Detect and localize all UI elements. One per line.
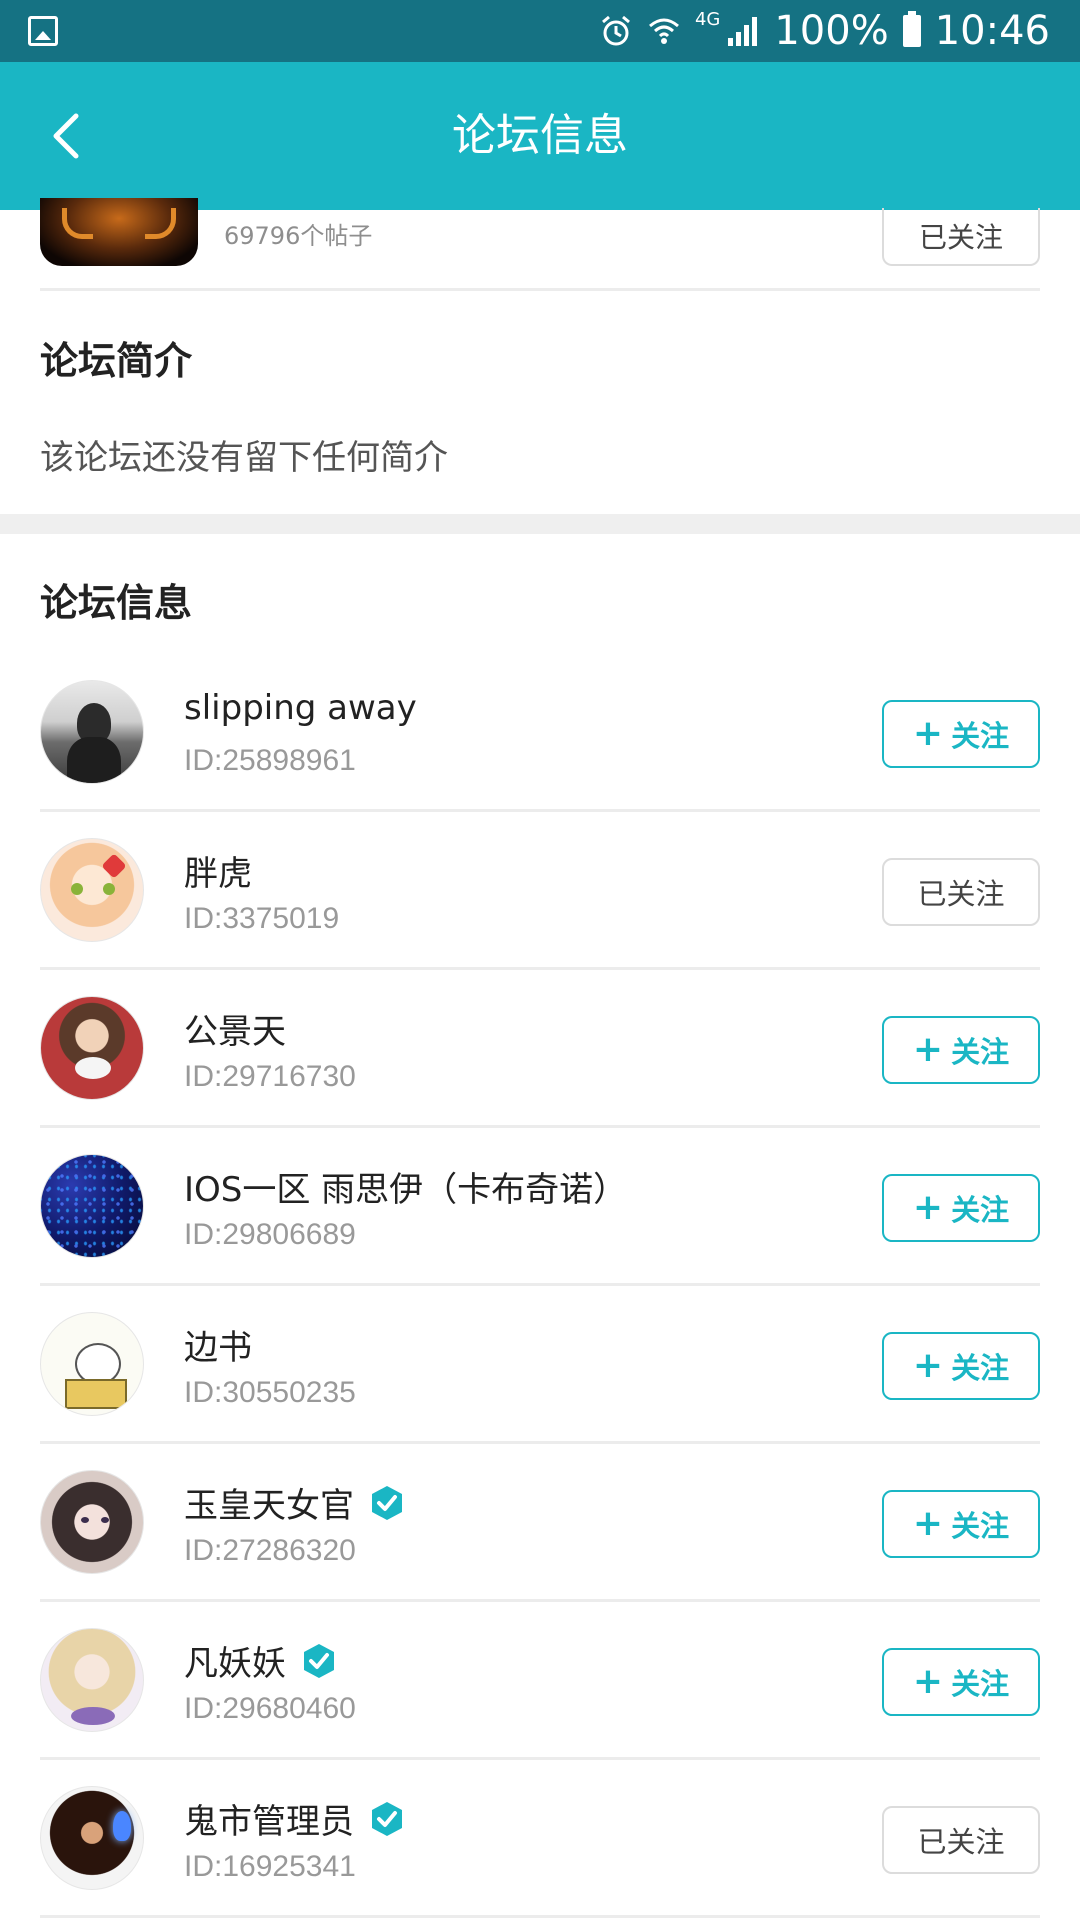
follow-button[interactable]: + 关注 bbox=[882, 1648, 1040, 1716]
follow-label: 关注 bbox=[951, 719, 1010, 753]
member-id: ID:29716730 bbox=[184, 1060, 356, 1093]
member-id: ID:27286320 bbox=[184, 1534, 356, 1567]
forum-followed-button[interactable]: 已关注 bbox=[882, 208, 1040, 266]
plus-icon: + bbox=[912, 1187, 944, 1228]
avatar[interactable] bbox=[40, 1312, 144, 1416]
member-id: ID:16925341 bbox=[184, 1850, 356, 1883]
member-row[interactable]: 边书 ID:30550235 + 关注 bbox=[0, 1286, 1080, 1444]
plus-icon: + bbox=[912, 1029, 944, 1070]
follow-label: 关注 bbox=[951, 1035, 1010, 1069]
member-id: ID:30550235 bbox=[184, 1376, 356, 1409]
member-id: ID:25898961 bbox=[184, 744, 356, 777]
alarm-icon bbox=[599, 14, 633, 48]
member-row[interactable]: slipping away ID:25898961 + 关注 bbox=[0, 654, 1080, 812]
plus-icon: + bbox=[912, 713, 944, 754]
member-id: ID:29806689 bbox=[184, 1218, 356, 1251]
member-name: 边书 bbox=[184, 1320, 252, 1369]
member-id: ID:29680460 bbox=[184, 1692, 356, 1725]
member-id: ID:3375019 bbox=[184, 902, 340, 935]
avatar[interactable] bbox=[40, 1470, 144, 1574]
battery-percent: 100% bbox=[774, 8, 889, 54]
followed-button[interactable]: 已关注 bbox=[882, 1806, 1040, 1874]
image-notification-icon bbox=[28, 16, 58, 46]
member-row[interactable]: 凡妖妖 ID:29680460 + 关注 bbox=[0, 1602, 1080, 1760]
follow-label: 关注 bbox=[951, 1193, 1010, 1227]
member-name-text: 玉皇天女官 bbox=[184, 1486, 354, 1526]
clock: 10:46 bbox=[934, 8, 1050, 54]
follow-button[interactable]: + 关注 bbox=[882, 1016, 1040, 1084]
plus-icon: + bbox=[912, 1661, 944, 1702]
follow-button[interactable]: + 关注 bbox=[882, 1490, 1040, 1558]
wifi-icon bbox=[647, 14, 681, 48]
verified-badge-icon bbox=[368, 1800, 406, 1838]
follow-label: 关注 bbox=[951, 1509, 1010, 1543]
member-name: 公景天 bbox=[184, 1004, 286, 1053]
member-name: IOS一区 雨思伊（卡布奇诺） bbox=[184, 1162, 627, 1211]
avatar[interactable] bbox=[40, 1154, 144, 1258]
follow-button[interactable]: + 关注 bbox=[882, 1332, 1040, 1400]
member-name-text: 凡妖妖 bbox=[184, 1644, 286, 1684]
signal-icon bbox=[726, 14, 760, 48]
intro-text: 该论坛还没有留下任何简介 bbox=[40, 438, 448, 478]
forum-card: 69796个帖子 已关注 bbox=[0, 198, 1080, 290]
status-indicators: 4G 100% 10:46 bbox=[599, 8, 1050, 54]
verified-badge-icon bbox=[300, 1642, 338, 1680]
avatar[interactable] bbox=[40, 680, 144, 784]
post-count: 69796个帖子 bbox=[224, 222, 373, 250]
member-name: 胖虎 bbox=[184, 846, 252, 895]
member-name: slipping away bbox=[184, 688, 417, 728]
divider bbox=[40, 1915, 1040, 1918]
member-row[interactable]: 公景天 ID:29716730 + 关注 bbox=[0, 970, 1080, 1128]
follow-button[interactable]: + 关注 bbox=[882, 700, 1040, 768]
member-name-text: IOS一区 雨思伊（卡布奇诺） bbox=[184, 1170, 628, 1210]
plus-icon: + bbox=[912, 1345, 944, 1386]
verified-badge-icon bbox=[368, 1484, 406, 1522]
divider bbox=[40, 288, 1040, 291]
follow-label: 关注 bbox=[951, 1351, 1010, 1385]
info-title: 论坛信息 bbox=[40, 581, 193, 625]
avatar[interactable] bbox=[40, 1786, 144, 1890]
member-name-text: 胖虎 bbox=[184, 854, 252, 894]
member-row[interactable]: IOS一区 雨思伊（卡布奇诺） ID:29806689 + 关注 bbox=[0, 1128, 1080, 1286]
status-bar: 4G 100% 10:46 bbox=[0, 0, 1080, 62]
page-title: 论坛信息 bbox=[452, 110, 628, 161]
member-name-text: 公景天 bbox=[184, 1012, 286, 1052]
battery-icon bbox=[902, 11, 921, 47]
follow-button[interactable]: + 关注 bbox=[882, 1174, 1040, 1242]
avatar[interactable] bbox=[40, 996, 144, 1100]
network-type: 4G bbox=[694, 8, 721, 30]
member-name: 凡妖妖 bbox=[184, 1636, 338, 1685]
intro-title: 论坛简介 bbox=[40, 339, 193, 383]
avatar[interactable] bbox=[40, 1628, 144, 1732]
member-name-text: 边书 bbox=[184, 1328, 252, 1368]
follow-label: 关注 bbox=[951, 1667, 1010, 1701]
member-row[interactable]: 胖虎 ID:3375019 已关注 bbox=[0, 812, 1080, 970]
member-name: 玉皇天女官 bbox=[184, 1478, 406, 1527]
avatar[interactable] bbox=[40, 838, 144, 942]
member-name-text: slipping away bbox=[184, 688, 417, 728]
plus-icon: + bbox=[912, 1503, 944, 1544]
member-row[interactable]: 玉皇天女官 ID:27286320 + 关注 bbox=[0, 1444, 1080, 1602]
member-name: 鬼市管理员 bbox=[184, 1794, 406, 1843]
section-separator bbox=[0, 514, 1080, 534]
app-bar: 论坛信息 bbox=[0, 62, 1080, 210]
forum-logo bbox=[40, 198, 198, 266]
member-row[interactable]: 鬼市管理员 ID:16925341 已关注 bbox=[0, 1760, 1080, 1918]
member-name-text: 鬼市管理员 bbox=[184, 1802, 354, 1842]
followed-button[interactable]: 已关注 bbox=[882, 858, 1040, 926]
